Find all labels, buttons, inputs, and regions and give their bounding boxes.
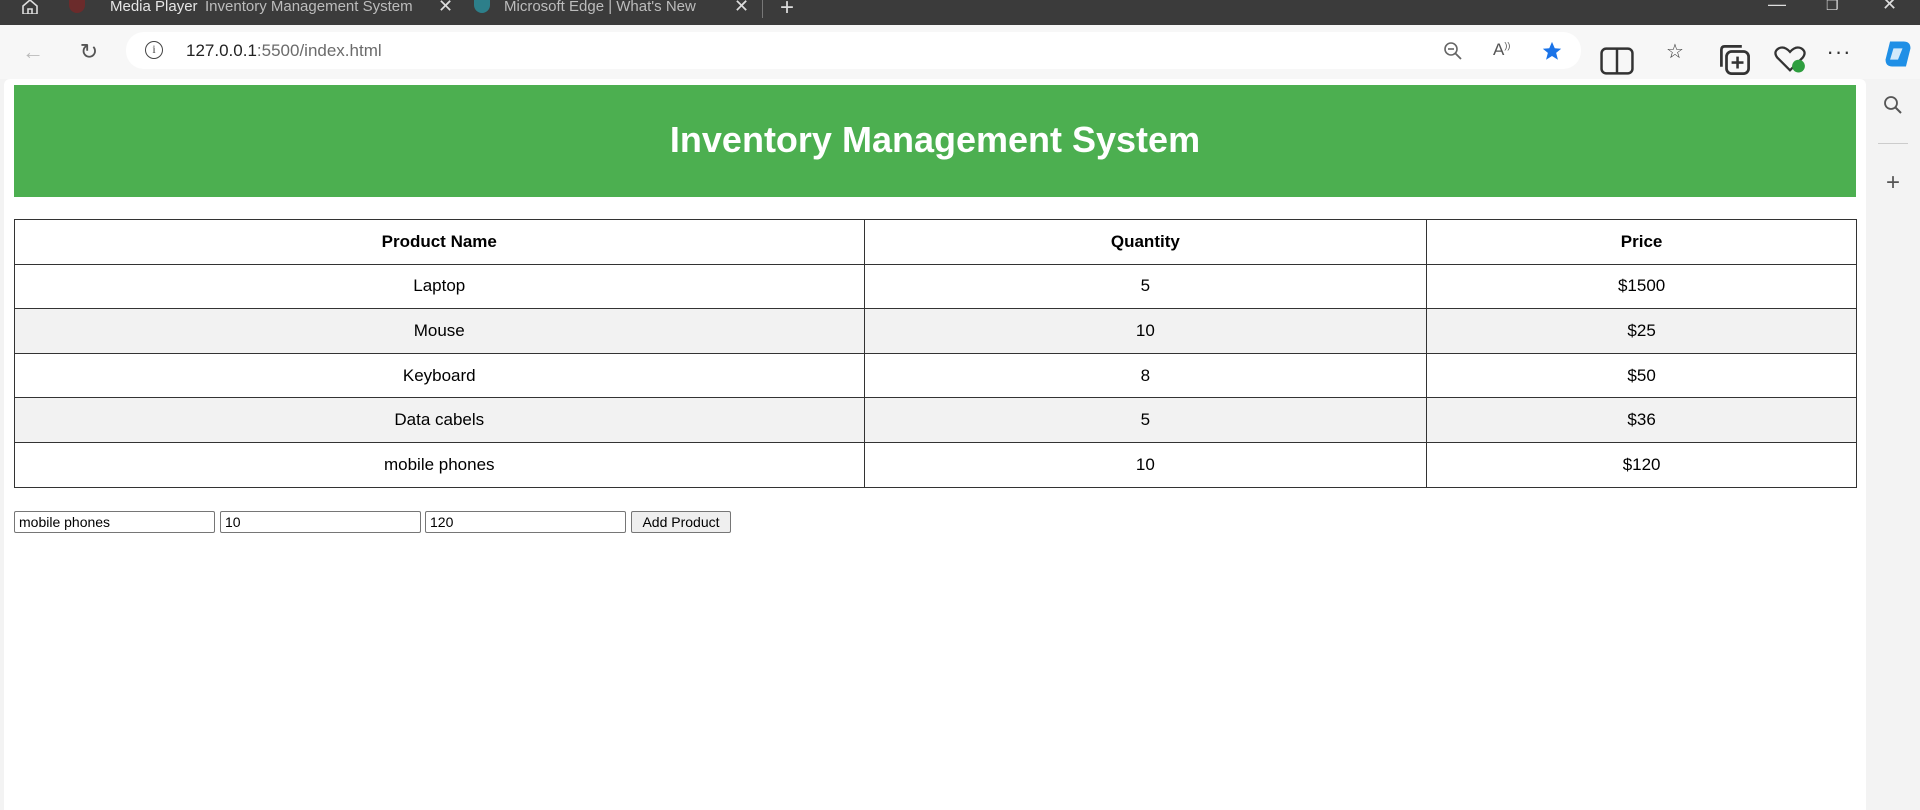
price-cell: $50 [1426,352,1857,399]
address-bar[interactable]: i 127.0.0.1:5500/index.html A)) [126,32,1581,69]
read-aloud-icon[interactable]: A)) [1493,40,1510,60]
quantity-cell: 10 [863,308,1428,354]
product-name-cell: Laptop [14,263,865,310]
price-cell: $36 [1426,397,1857,443]
close-tab-icon[interactable]: ✕ [438,0,453,17]
copilot-icon[interactable] [1881,37,1915,71]
zoom-out-icon[interactable] [1443,41,1463,61]
page-header: Inventory Management System [14,85,1856,197]
table-row: Mouse 10 $25 [14,308,1857,354]
search-icon[interactable] [1881,93,1905,117]
address-toolbar: ← ↻ i 127.0.0.1:5500/index.html A)) ☆ ··… [0,25,1920,79]
table-header-row: Product Name Quantity Price [14,219,1857,265]
page-viewport: Inventory Management System Product Name… [4,79,1866,810]
edge-sidebar: + [1866,79,1920,810]
url-text[interactable]: 127.0.0.1:5500/index.html [186,41,382,61]
sidebar-divider [1878,143,1908,144]
back-arrow-icon[interactable]: ← [16,35,50,69]
tab-separator [762,0,763,18]
product-name-input[interactable] [14,511,215,533]
close-tab-icon[interactable]: ✕ [734,0,749,17]
column-header: Quantity [863,219,1428,265]
minimize-button[interactable]: — [1768,0,1786,15]
price-cell: $1500 [1426,263,1857,310]
price-cell: $120 [1426,441,1857,488]
favorites-icon[interactable]: ☆ [1658,35,1692,69]
product-name-cell: mobile phones [14,441,865,488]
inventory-table: Product Name Quantity Price Laptop 5 $15… [14,219,1857,488]
product-name-cell: Data cabels [14,397,865,443]
favorite-star-icon[interactable] [1541,40,1563,62]
product-name-cell: Mouse [14,308,865,354]
price-cell: $25 [1426,308,1857,354]
product-name-cell: Keyboard [14,352,865,399]
tab-strip: Media Player Inventory Management System… [0,0,1920,25]
table-row: mobile phones 10 $120 [14,441,1857,488]
new-tab-button[interactable]: + [780,0,794,22]
media-player-icon [69,0,85,13]
site-info-icon[interactable]: i [145,41,163,59]
plus-icon[interactable]: + [1881,169,1905,196]
quantity-cell: 5 [863,263,1428,310]
table-row: Data cabels 5 $36 [14,397,1857,443]
refresh-icon[interactable]: ↻ [72,35,106,69]
more-icon[interactable]: ··· [1822,35,1856,69]
tab-edge-whats-new[interactable]: Microsoft Edge | What's New ✕ [470,0,755,25]
quantity-cell: 8 [863,352,1428,399]
tab-inventory[interactable]: Inventory Management System ✕ [180,0,460,25]
page-title: Inventory Management System [669,119,1201,160]
home-icon[interactable] [18,0,42,14]
quantity-input[interactable] [220,511,421,533]
column-header: Price [1426,219,1857,265]
quantity-cell: 5 [863,397,1428,443]
close-window-button[interactable]: ✕ [1882,0,1897,15]
collections-icon[interactable] [1718,43,1752,77]
tab-label: Microsoft Edge | What's New [504,0,696,15]
table-row: Laptop 5 $1500 [14,263,1857,310]
edge-logo-icon [474,0,490,13]
split-screen-icon[interactable] [1600,44,1634,78]
browser-essentials-icon[interactable] [1773,42,1807,76]
restore-button[interactable]: ❐ [1826,0,1839,14]
add-product-button[interactable]: Add Product [631,511,731,533]
table-row: Keyboard 8 $50 [14,352,1857,399]
tab-label: Inventory Management System [205,0,413,15]
column-header: Product Name [14,219,865,265]
price-input[interactable] [425,511,626,533]
quantity-cell: 10 [863,441,1428,488]
